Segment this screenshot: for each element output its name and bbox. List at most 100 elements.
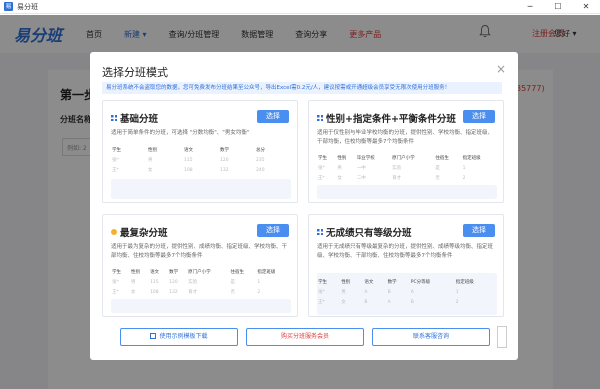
table-header: 性别 — [148, 148, 157, 153]
select-button[interactable]: 选择 — [463, 110, 495, 123]
buy-membership-button[interactable]: 购买分班服务会员 — [246, 328, 364, 346]
download-template-button[interactable]: 使用示例模板下载 — [120, 328, 238, 346]
select-mode-dialog: 选择分班模式 × 易分班系统不会盗取您的数据，您可免费发布分班结果至公众号，导出… — [90, 52, 518, 360]
table-cell: 男 — [341, 290, 346, 295]
table-header: 学生 — [318, 156, 327, 161]
mode-card-title: 基础分班 — [120, 114, 159, 125]
table-header: 住宿生 — [230, 270, 245, 275]
table-header: 语文 — [150, 270, 160, 275]
table-header: 数学 — [169, 270, 179, 275]
table-cell: 实验 — [188, 280, 198, 285]
table-cell: 否 — [435, 176, 440, 181]
table-cell: 王* — [112, 168, 119, 173]
table-cell: 张* — [318, 290, 325, 295]
table-header: 数学 — [387, 280, 397, 285]
table-header: 毕业学校 — [356, 156, 375, 161]
table-cell: 育才 — [188, 290, 198, 295]
table-header: 指定班级 — [257, 270, 276, 275]
select-button[interactable]: 选择 — [463, 224, 495, 237]
table-cell: 否 — [230, 290, 236, 295]
preview-image — [111, 179, 291, 199]
maximize-button[interactable]: ☐ — [544, 0, 572, 14]
minimize-button[interactable]: ─ — [516, 0, 544, 14]
table-cell: 女 — [337, 176, 342, 181]
select-button[interactable]: 选择 — [257, 224, 289, 237]
table-cell: 育才 — [392, 176, 402, 181]
mode-card-basic[interactable]: 基础分班 选择 适用于简单条件的分班，可选择 "分数均衡"、"男女均衡" 学生 … — [102, 100, 298, 203]
table-cell: A — [364, 289, 368, 295]
table-cell: B — [410, 299, 414, 305]
table-cell: 235 — [256, 157, 265, 163]
preview-image — [111, 299, 291, 313]
table-cell: 男 — [337, 166, 342, 171]
mode-card-title-wrap: 无成绩只有等级分班 — [317, 225, 412, 239]
side-float-tab[interactable] — [497, 326, 507, 348]
table-cell: 120 — [220, 157, 229, 163]
window-title: 易分班 — [17, 2, 38, 11]
sample-table: 学生 性别 语文 数学 总分 张* 男 115 120 235 王* 女 108 — [111, 145, 291, 175]
bulb-icon — [111, 229, 117, 235]
mode-card-title: 性别+指定条件+平衡条件分班 — [326, 114, 456, 125]
table-header: 学生 — [112, 148, 121, 153]
table-cell: 1 — [462, 165, 466, 171]
table-cell: 一中 — [356, 166, 366, 171]
mode-card-desc: 适用于仅性别与毕业学校均衡的分班，提供性别、学校均衡、指定班级、干部均衡，住校均… — [317, 130, 494, 145]
mode-card-title: 无成绩只有等级分班 — [326, 228, 412, 239]
sample-table: 学生 性别 毕业学校 原门户小学 住宿生 指定班级 张* 男 一中 实验 是 1… — [317, 153, 497, 183]
close-icon[interactable]: × — [496, 62, 506, 76]
table-cell: 2 — [462, 175, 466, 181]
mode-card-title-wrap: 性别+指定条件+平衡条件分班 — [317, 111, 456, 125]
table-header: 指定班级 — [455, 280, 474, 285]
table-cell: 张* — [112, 280, 119, 285]
mode-card-complex[interactable]: 最复杂分班 选择 适用于最为复杂的分班，提供性别、成绩均衡、指定班级、学校均衡、… — [102, 214, 298, 317]
mode-card-desc: 适用于最为复杂的分班，提供性别、成绩均衡、指定班级、学校均衡、干部均衡、住校均衡… — [111, 244, 288, 259]
preview-image — [317, 185, 497, 199]
mode-card-list: 基础分班 选择 适用于简单条件的分班，可选择 "分数均衡"、"男女均衡" 学生 … — [102, 100, 504, 322]
table-cell: 王* — [318, 176, 325, 181]
select-button[interactable]: 选择 — [257, 110, 289, 123]
table-header: 学生 — [112, 270, 121, 275]
table-cell: 1 — [455, 289, 459, 295]
table-header: PC分等级 — [410, 280, 431, 285]
table-cell: B — [387, 289, 391, 295]
table-header: 原门户小学 — [392, 156, 415, 161]
table-cell: 115 — [184, 157, 193, 163]
grid-icon — [317, 229, 323, 235]
download-template-label: 使用示例模板下载 — [159, 333, 208, 340]
table-cell: 男 — [148, 158, 153, 163]
close-window-button[interactable]: ✕ — [572, 0, 600, 14]
table-cell: 132 — [169, 289, 178, 295]
mode-card-grade-only[interactable]: 无成绩只有等级分班 选择 适用于无成绩只有等级最复杂的分班，提供性别、成绩等级均… — [308, 214, 504, 317]
table-header: 住宿生 — [435, 156, 449, 161]
window-titlebar: 易 易分班 ─ ☐ ✕ — [0, 0, 600, 14]
table-cell: A — [387, 299, 391, 305]
table-cell: 132 — [220, 167, 229, 173]
table-header: 性别 — [131, 270, 141, 275]
notice-banner: 易分班系统不会盗取您的数据，您可免费发布分班结果至公众号，导出Excel需0.2… — [102, 82, 502, 94]
table-cell: 2 — [257, 289, 261, 295]
table-cell: 王* — [112, 290, 119, 295]
table-cell: 2 — [455, 299, 459, 305]
table-cell: B — [364, 299, 368, 305]
table-header: 语文 — [364, 280, 374, 285]
table-header: 语文 — [184, 148, 193, 153]
sample-table: 学生 性别 语文 数学 PC分等级 指定班级 张* 男 A B A 1 王* 女… — [317, 277, 497, 307]
table-cell: 108 — [150, 289, 159, 295]
table-cell: 二中 — [356, 176, 366, 181]
table-header: 性别 — [337, 156, 347, 161]
table-cell: 240 — [256, 167, 265, 173]
table-header: 数学 — [220, 148, 229, 153]
mode-card-gender-condition[interactable]: 性别+指定条件+平衡条件分班 选择 适用于仅性别与毕业学校均衡的分班，提供性别、… — [308, 100, 504, 203]
table-cell: A — [410, 289, 414, 295]
mode-card-title-wrap: 基础分班 — [111, 111, 158, 125]
app-logo-icon: 易 — [4, 2, 13, 11]
table-header: 总分 — [256, 148, 265, 153]
contact-service-button[interactable]: 联系客服咨询 — [372, 328, 490, 346]
table-cell: 张* — [112, 158, 119, 163]
table-cell: 王* — [318, 300, 325, 305]
table-header: 指定班级 — [462, 156, 481, 161]
mode-card-desc: 适用于简单条件的分班，可选择 "分数均衡"、"男女均衡" — [111, 130, 250, 136]
sample-table: 学生 性别 语文 数学 原门户小学 住宿生 指定班级 张* 男 115 120 … — [111, 267, 291, 297]
table-cell: 女 — [131, 290, 136, 295]
table-cell: 1 — [257, 279, 261, 285]
